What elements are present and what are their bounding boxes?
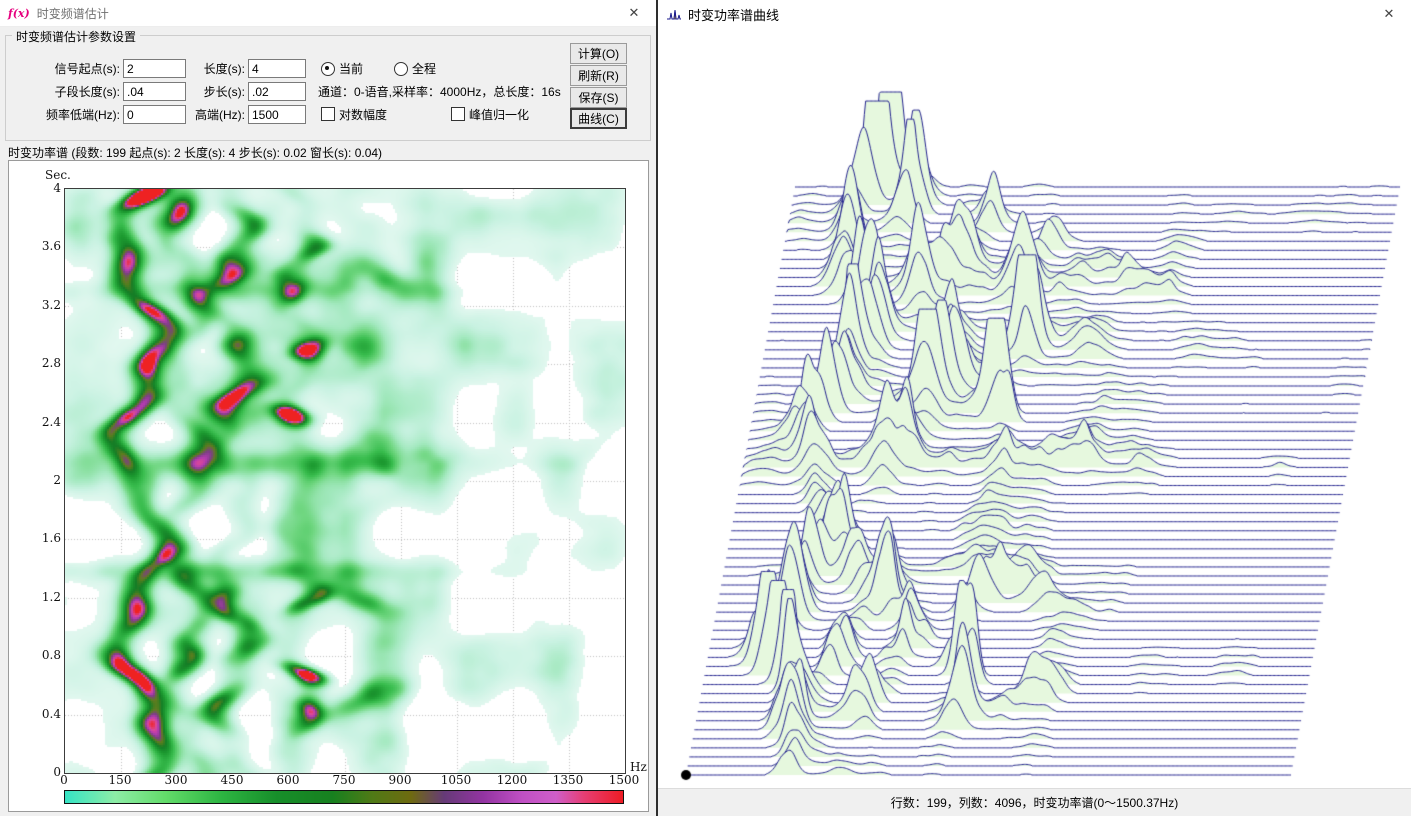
x-tick-label: 1200 xyxy=(496,773,528,787)
groupbox-title: 时变频谱估计参数设置 xyxy=(12,28,141,45)
y-tick-label: 2.8 xyxy=(41,356,61,371)
spectrogram-panel: Sec. Hz 4 3.6 3.2 2.8 2.4 2 1.6 1.2 0.8 0.4 0 0 150 3… xyxy=(8,160,649,812)
peak-normalize-checkbox[interactable] xyxy=(451,107,465,121)
step-label: 步长(s): xyxy=(203,85,245,99)
curve-button[interactable]: 曲线(C) xyxy=(570,108,627,129)
y-tick-label: 2 xyxy=(53,473,61,487)
signal-start-input[interactable] xyxy=(123,59,186,78)
x-tick-label: 450 xyxy=(220,773,244,787)
y-tick-label: 2.4 xyxy=(41,414,61,429)
calculate-button[interactable]: 计算(O) xyxy=(570,43,627,64)
y-tick-label: 3.6 xyxy=(41,239,61,254)
x-tick-label: 300 xyxy=(164,773,188,787)
radio-current[interactable] xyxy=(321,62,335,76)
spectrogram-frame xyxy=(64,188,626,774)
window-title: 时变功率谱曲线 xyxy=(688,7,780,23)
peak-normalize-label: 峰值归一化 xyxy=(469,108,530,122)
log-amplitude-checkbox[interactable] xyxy=(321,107,335,121)
log-amplitude-label: 对数幅度 xyxy=(339,108,388,122)
save-button[interactable]: 保存(S) xyxy=(570,87,627,108)
x-tick-label: 900 xyxy=(388,773,412,787)
waterfall-statusbar: 行数：199，列数：4096，时变功率谱(0～1500.37Hz) xyxy=(658,788,1411,816)
status-line: 时变功率谱 (段数: 199 起点(s): 2 长度(s): 4 步长(s): … xyxy=(8,146,383,160)
step-input[interactable] xyxy=(248,82,306,101)
x-tick-label: 1050 xyxy=(440,773,472,787)
radio-full-label: 全程 xyxy=(412,62,437,76)
freq-low-label: 频率低端(Hz): xyxy=(46,108,120,122)
close-icon[interactable]: ✕ xyxy=(1367,0,1411,28)
hz-axis-label: Hz xyxy=(630,760,647,774)
length-label: 长度(s): xyxy=(203,62,245,76)
x-tick-label: 1350 xyxy=(552,773,584,787)
y-tick-label: 1.2 xyxy=(41,589,61,604)
x-tick-label: 750 xyxy=(332,773,356,787)
y-tick-label: 3.2 xyxy=(41,297,61,312)
app-icon: f(x) xyxy=(8,6,30,20)
freq-high-label: 高端(Hz): xyxy=(195,108,245,122)
y-tick-label: 1.6 xyxy=(41,531,61,546)
spectrogram-canvas xyxy=(65,189,625,773)
close-icon[interactable]: ✕ xyxy=(612,0,656,26)
waterfall-area xyxy=(658,28,1411,789)
colorbar xyxy=(64,790,624,804)
y-tick-label: 4 xyxy=(53,181,61,195)
radio-full[interactable] xyxy=(394,62,408,76)
freq-high-input[interactable] xyxy=(248,105,306,124)
radio-current-label: 当前 xyxy=(339,62,364,76)
signal-start-label: 信号起点(s): xyxy=(54,62,120,76)
left-titlebar[interactable]: f(x) 时变频谱估计 ✕ xyxy=(0,0,656,27)
x-tick-label: 600 xyxy=(276,773,300,787)
x-tick-label: 150 xyxy=(108,773,132,787)
subseg-length-input[interactable] xyxy=(123,82,186,101)
subseg-length-label: 子段长度(s): xyxy=(54,85,120,99)
length-input[interactable] xyxy=(248,59,306,78)
sec-axis-label: Sec. xyxy=(45,168,71,182)
x-tick-label: 1500 xyxy=(608,773,640,787)
waterfall-status-text: 行数：199，列数：4096，时变功率谱(0～1500.37Hz) xyxy=(890,796,1179,810)
waterfall-canvas xyxy=(658,28,1411,789)
refresh-button[interactable]: 刷新(R) xyxy=(570,65,627,86)
waterfall-app-icon xyxy=(666,6,682,22)
y-tick-label: 0.8 xyxy=(41,648,61,663)
power-spectrum-curve-window: 时变功率谱曲线 ✕ 行数：199，列数：4096，时变功率谱(0～1500.37… xyxy=(658,0,1411,816)
y-tick-label: 0.4 xyxy=(41,706,61,721)
spectrum-estimation-window: f(x) 时变频谱估计 ✕ 时变频谱估计参数设置 信号起点(s): 长度(s):… xyxy=(0,0,656,816)
right-titlebar[interactable]: 时变功率谱曲线 ✕ xyxy=(658,0,1411,28)
window-title: 时变频谱估计 xyxy=(36,6,109,21)
channel-info-text: 通道：0-语音,采样率：4000Hz，总长度：16s xyxy=(318,85,561,99)
x-tick-label: 0 xyxy=(60,773,68,787)
